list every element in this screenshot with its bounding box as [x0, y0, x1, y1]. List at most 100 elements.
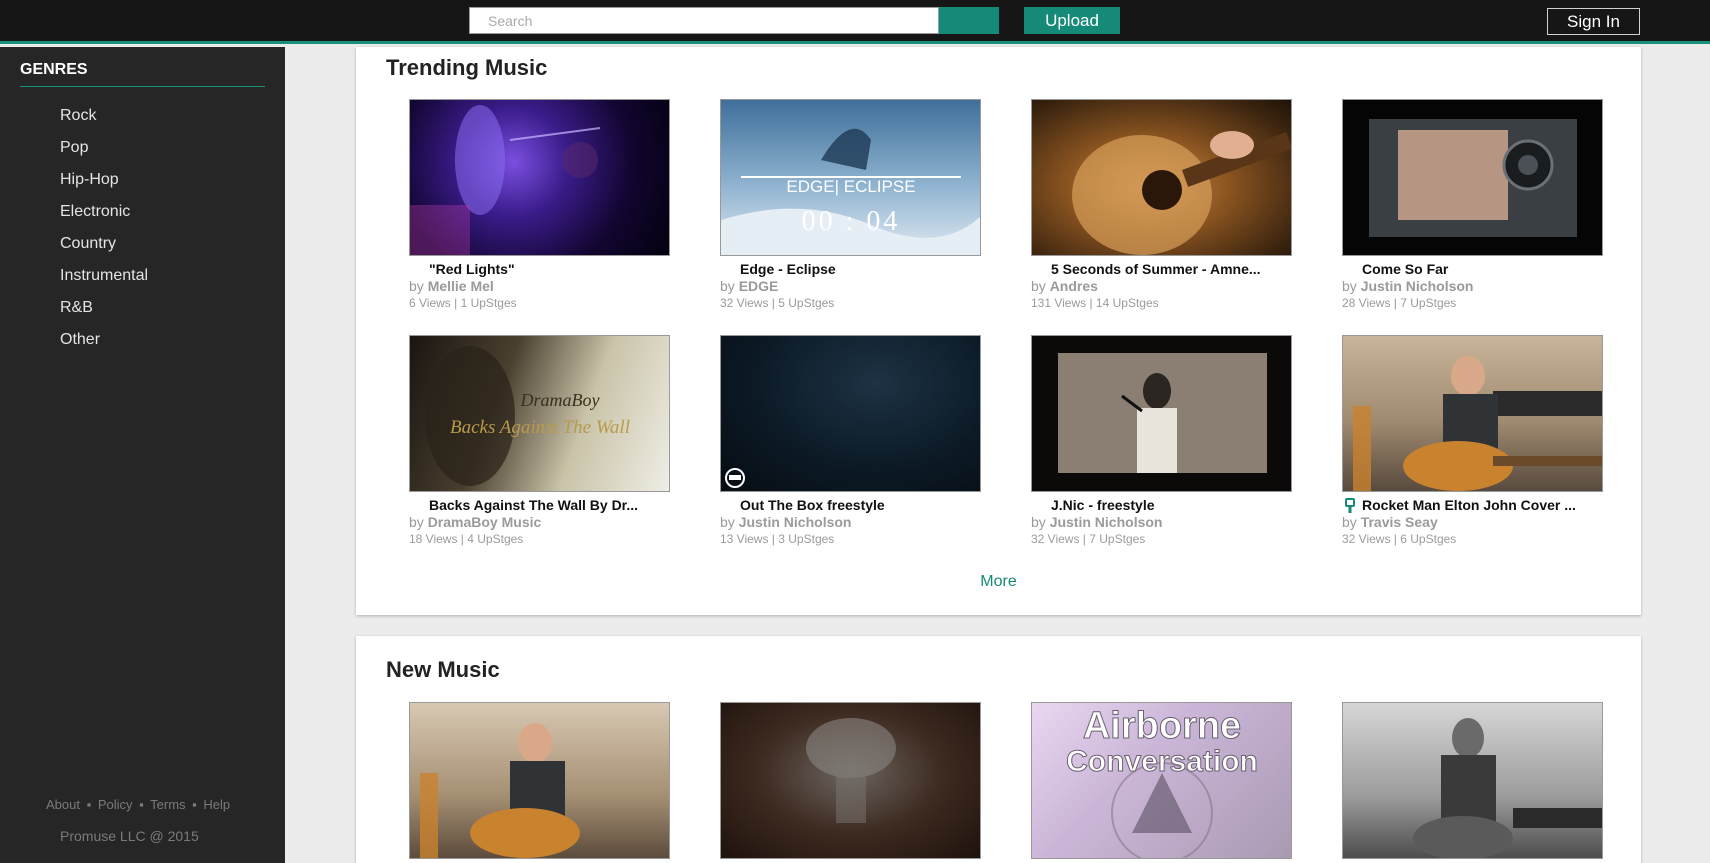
by-label: by [1342, 278, 1357, 294]
new-music-title: New Music [386, 657, 500, 682]
artist-link[interactable]: Mellie Mel [428, 278, 494, 294]
track-artist-line: by EDGE [720, 278, 981, 295]
video-thumbnail[interactable] [1031, 99, 1292, 256]
music-card[interactable]: J.Nic - freestyle by Justin Nicholson 32… [1031, 335, 1292, 546]
thumb-caption: EDGE| ECLIPSE [786, 177, 915, 196]
track-title[interactable]: Out The Box freestyle [720, 497, 981, 514]
by-label: by [409, 278, 424, 294]
music-card[interactable] [1342, 702, 1603, 859]
artist-link[interactable]: Travis Seay [1361, 514, 1438, 530]
genre-item-hip-hop[interactable]: Hip-Hop [60, 170, 148, 202]
genre-item-country[interactable]: Country [60, 234, 148, 266]
guitarist-bw-artwork [1413, 718, 1602, 858]
music-card[interactable] [409, 702, 670, 859]
footer-link-help[interactable]: Help [203, 797, 230, 812]
artist-link[interactable]: Justin Nicholson [739, 514, 852, 530]
music-card[interactable]: Rocket Man Elton John Cover ... by Travi… [1342, 335, 1603, 546]
music-card[interactable]: 5 Seconds of Summer - Amne... by Andres … [1031, 99, 1292, 310]
track-artist-line: by Andres [1031, 278, 1292, 295]
track-artist-line: by Travis Seay [1342, 514, 1603, 531]
guitar-icon [1345, 498, 1355, 513]
footer-links: About ▪ Policy ▪ Terms ▪ Help [46, 797, 230, 812]
track-title[interactable]: J.Nic - freestyle [1031, 497, 1292, 514]
search-input[interactable] [469, 7, 939, 34]
artist-link[interactable]: Justin Nicholson [1050, 514, 1163, 530]
footer-separator: ▪ [139, 797, 144, 812]
track-stats: 131 Views | 14 UpStges [1031, 296, 1159, 310]
video-thumbnail[interactable] [1031, 335, 1292, 492]
video-thumbnail[interactable] [720, 335, 981, 492]
artist-link[interactable]: Andres [1050, 278, 1098, 294]
genre-item-rnb[interactable]: R&B [60, 298, 148, 330]
by-label: by [720, 514, 735, 530]
track-artist-line: by Justin Nicholson [1342, 278, 1603, 295]
track-title[interactable]: Rocket Man Elton John Cover ... [1342, 497, 1603, 514]
footer-link-policy[interactable]: Policy [98, 797, 133, 812]
thumb-timer: 00 : 04 [802, 206, 901, 237]
by-label: by [720, 278, 735, 294]
genre-item-rock[interactable]: Rock [60, 106, 148, 138]
track-stats: 28 Views | 7 UpStges [1342, 296, 1457, 310]
more-link[interactable]: More [356, 573, 1641, 591]
video-thumbnail[interactable] [1342, 702, 1603, 859]
artist-link[interactable]: Justin Nicholson [1361, 278, 1474, 294]
music-card[interactable]: DramaBoy Backs Against The Wall Backs Ag… [409, 335, 670, 546]
by-label: by [1031, 278, 1046, 294]
video-thumbnail[interactable] [409, 702, 670, 859]
track-title[interactable]: Backs Against The Wall By Dr... [409, 497, 670, 514]
dramaboy-artwork: DramaBoy Backs Against The Wall [425, 346, 630, 486]
genre-list: Rock Pop Hip-Hop Electronic Country Inst… [60, 106, 148, 362]
track-title[interactable]: 5 Seconds of Summer - Amne... [1031, 261, 1292, 278]
guitarist-artwork [420, 723, 580, 858]
video-thumbnail[interactable]: Airborne Conversation [1031, 702, 1292, 859]
dark-artwork [725, 468, 745, 488]
smoke-artwork [806, 718, 896, 823]
music-card[interactable]: Airborne Conversation [1031, 702, 1292, 859]
top-bar: Upload Sign In [0, 0, 1710, 44]
artist-link[interactable]: DramaBoy Music [428, 514, 542, 530]
track-title-text[interactable]: Rocket Man Elton John Cover ... [1362, 497, 1576, 513]
thumb-subcaption: Conversation [1066, 745, 1258, 778]
genre-item-electronic[interactable]: Electronic [60, 202, 148, 234]
upload-button[interactable]: Upload [1024, 7, 1120, 34]
copyright: Promuse LLC @ 2015 [60, 828, 199, 844]
video-thumbnail[interactable] [1342, 335, 1603, 492]
camera-screen-artwork [1369, 119, 1577, 237]
track-title[interactable]: Come So Far [1342, 261, 1603, 278]
thumb-caption: DramaBoy [520, 390, 600, 410]
footer-separator: ▪ [86, 797, 92, 812]
thumb-subcaption: Backs Against The Wall [450, 417, 630, 438]
video-thumbnail[interactable] [720, 702, 981, 859]
track-artist-line: by DramaBoy Music [409, 514, 670, 531]
genres-heading: GENRES [20, 61, 265, 87]
genre-item-pop[interactable]: Pop [60, 138, 148, 170]
music-card[interactable]: Out The Box freestyle by Justin Nicholso… [720, 335, 981, 546]
track-stats: 32 Views | 6 UpStges [1342, 532, 1457, 546]
music-card[interactable] [720, 702, 981, 859]
footer-link-about[interactable]: About [46, 797, 80, 812]
genre-item-instrumental[interactable]: Instrumental [60, 266, 148, 298]
music-card[interactable]: EDGE| ECLIPSE 00 : 04 Edge - Eclipse by … [720, 99, 981, 310]
sign-in-button[interactable]: Sign In [1547, 8, 1640, 35]
track-title[interactable]: "Red Lights" [409, 261, 670, 278]
trending-music-title: Trending Music [386, 55, 548, 80]
track-artist-line: by Justin Nicholson [1031, 514, 1292, 531]
footer-link-terms[interactable]: Terms [150, 797, 185, 812]
video-thumbnail[interactable] [409, 99, 670, 256]
video-thumbnail[interactable]: DramaBoy Backs Against The Wall [409, 335, 670, 492]
artist-link[interactable]: EDGE [739, 278, 779, 294]
track-artist-line: by Mellie Mel [409, 278, 670, 295]
music-card[interactable]: "Red Lights" by Mellie Mel 6 Views | 1 U… [409, 99, 670, 310]
track-stats: 32 Views | 5 UpStges [720, 296, 835, 310]
by-label: by [1031, 514, 1046, 530]
music-card[interactable]: Come So Far by Justin Nicholson 28 Views… [1342, 99, 1603, 310]
video-thumbnail[interactable]: EDGE| ECLIPSE 00 : 04 [720, 99, 981, 256]
studio-artwork [1058, 353, 1267, 473]
track-title[interactable]: Edge - Eclipse [720, 261, 981, 278]
new-music-panel: New Music Airborne Conversation [356, 636, 1641, 863]
genre-item-other[interactable]: Other [60, 330, 148, 362]
footer-separator: ▪ [192, 797, 197, 812]
video-thumbnail[interactable] [1342, 99, 1603, 256]
by-label: by [409, 514, 424, 530]
search-button[interactable] [939, 7, 999, 34]
